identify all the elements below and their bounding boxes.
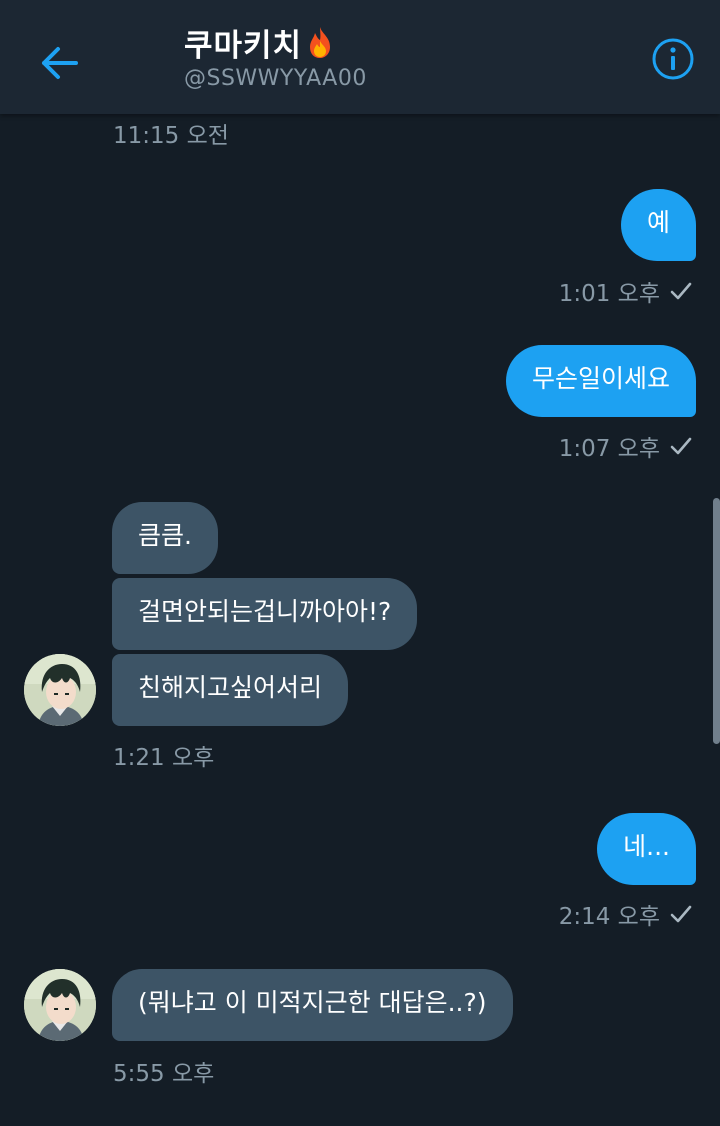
received-message-bubble[interactable]: (뭐냐고 이 미적지근한 대답은..?) xyxy=(112,969,513,1041)
page-title: 쿠마키치 xyxy=(184,27,303,64)
conversation-header: 쿠마키치 @SSWWYYAA00 xyxy=(0,0,720,114)
message-timestamp-row: 1:07 오후 xyxy=(559,429,692,463)
sent-message-bubble[interactable]: 예 xyxy=(620,189,696,261)
arrow-left-icon xyxy=(42,47,78,79)
info-button[interactable] xyxy=(652,38,694,80)
avatar[interactable] xyxy=(24,654,96,726)
message-list[interactable]: 11:15 오전 예 1:01 오후 무슨일이세요 1:07 오후 큼큼. 걸면… xyxy=(0,114,720,1126)
back-button[interactable] xyxy=(34,38,84,88)
scrollbar[interactable] xyxy=(713,498,720,744)
received-message-bubble[interactable]: 친해지고싶어서리 xyxy=(112,654,349,726)
check-icon xyxy=(670,437,692,455)
avatar[interactable] xyxy=(24,969,96,1041)
user-handle: @SSWWYYAA00 xyxy=(184,66,367,91)
anime-character-avatar-icon xyxy=(24,969,96,1041)
sent-message-bubble[interactable]: 무슨일이세요 xyxy=(505,345,696,417)
message-timestamp-row: 1:01 오후 xyxy=(559,274,692,308)
anime-character-avatar-icon xyxy=(24,654,96,726)
message-timestamp-row: 2:14 오후 xyxy=(559,897,692,931)
message-timestamp: 2:14 오후 xyxy=(558,904,660,930)
info-icon xyxy=(652,38,694,80)
message-timestamp: 1:07 오후 xyxy=(558,436,660,462)
received-message-bubble[interactable]: 큼큼. xyxy=(112,502,218,574)
received-message-bubble[interactable]: 걸면안되는겁니까아아!? xyxy=(112,578,418,650)
message-timestamp: 11:15 오전 xyxy=(113,123,229,149)
check-icon xyxy=(670,905,692,923)
fire-icon xyxy=(310,27,331,58)
check-icon xyxy=(670,282,692,300)
dm-conversation-screen: 쿠마키치 @SSWWYYAA00 11:15 오전 예 1:01 오후 무슨일이… xyxy=(0,0,720,1126)
message-timestamp: 5:55 오후 xyxy=(113,1061,215,1087)
sent-message-bubble[interactable]: 네... xyxy=(597,813,696,885)
message-timestamp: 1:21 오후 xyxy=(113,745,215,771)
conversation-title-block[interactable]: 쿠마키치 @SSWWYYAA00 xyxy=(184,20,367,91)
message-timestamp: 1:01 오후 xyxy=(558,281,660,307)
